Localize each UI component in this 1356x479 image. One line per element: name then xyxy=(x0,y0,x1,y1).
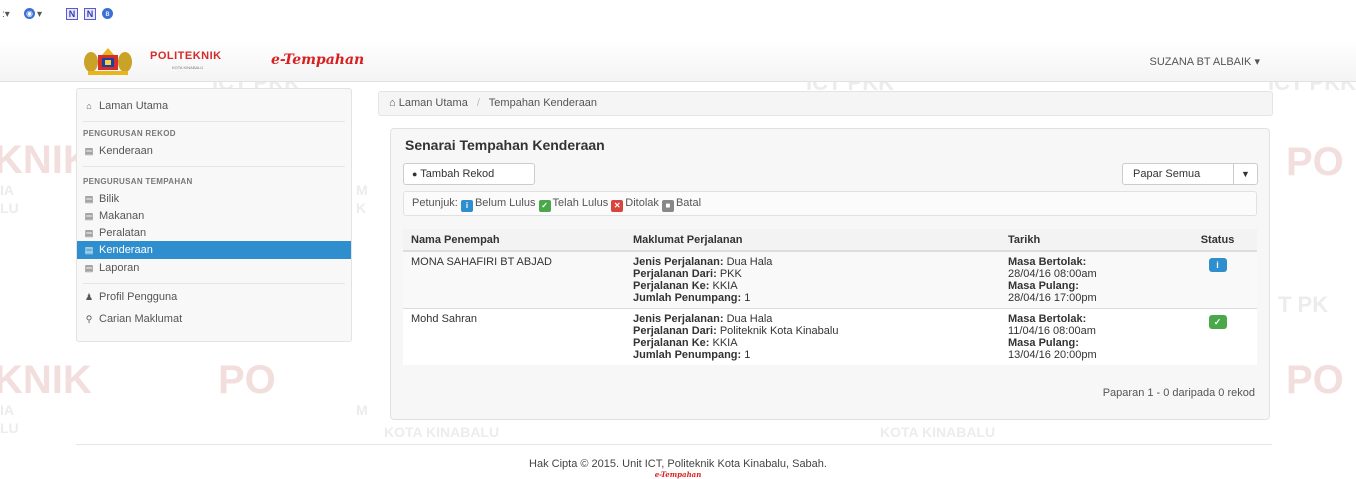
top-navbar: POLITEKNIK KOTA KINABALU e-Tempahan SUZA… xyxy=(0,40,1356,82)
globe-caret-icon[interactable]: ▾ xyxy=(37,8,42,21)
cell-nama: MONA SAHAFIRI BT ABJAD xyxy=(403,250,625,309)
view-all-label: Papar Semua xyxy=(1133,168,1201,180)
cell-maklumat: Jenis Perjalanan: Dua Hala Perjalanan Da… xyxy=(625,250,1000,309)
list-icon: ▤ xyxy=(84,211,94,221)
add-record-button[interactable]: ● Tambah Rekod xyxy=(403,163,535,185)
home-icon: ⌂ xyxy=(86,101,92,111)
sidebar: ⌂ Laman Utama PENGURUSAN REKOD ▤ Kenderaan… xyxy=(76,88,352,342)
view-all-dropdown[interactable]: Papar Semua ▼ xyxy=(1122,163,1258,185)
cell-status: i xyxy=(1178,250,1257,309)
table-header: Nama Penempah Maklumat Perjalanan Tarikh… xyxy=(403,229,1257,252)
divider xyxy=(83,283,345,284)
info-icon[interactable]: i xyxy=(1208,258,1227,272)
breadcrumb: ⌂ Laman Utama / Tempahan Kenderaan xyxy=(378,91,1273,116)
malaysia-crest-icon xyxy=(84,48,132,75)
sidebar-item-rekod-kenderaan[interactable]: ▤ Kenderaan xyxy=(77,142,351,160)
list-icon: ▤ xyxy=(84,194,94,204)
dropdown-icon[interactable]: :▾ xyxy=(2,8,10,21)
check-icon: ✓ xyxy=(538,200,551,212)
sidebar-item-bilik[interactable]: ▤ Bilik xyxy=(77,190,351,208)
sidebar-item-home[interactable]: ⌂ Laman Utama xyxy=(77,97,351,115)
divider xyxy=(83,166,345,167)
main-panel: Senarai Tempahan Kenderaan ● Tambah Reko… xyxy=(390,128,1270,420)
sidebar-item-laporan[interactable]: ▤ Laporan xyxy=(77,259,351,277)
sidebar-heading-rekod: PENGURUSAN REKOD xyxy=(83,129,176,138)
app-brand[interactable]: e-Tempahan xyxy=(271,52,364,68)
breadcrumb-current: Tempahan Kenderaan xyxy=(488,97,598,109)
x-icon: ✕ xyxy=(611,200,624,212)
watermark-knik: KNIK xyxy=(0,358,92,402)
politeknik-logo: POLITEKNIK KOTA KINABALU xyxy=(150,50,222,70)
legend-item: Batal xyxy=(675,197,702,209)
table-row[interactable]: Mohd Sahran Jenis Perjalanan: Dua Hala P… xyxy=(403,308,1257,365)
watermark-lu: LU xyxy=(0,420,19,436)
watermark-po: PO xyxy=(1286,358,1344,402)
n2-icon[interactable]: N xyxy=(84,8,96,20)
footer-brand: e-Tempahan xyxy=(654,470,702,479)
legend-label: Petunjuk: xyxy=(412,197,458,209)
sidebar-heading-tempahan: PENGURUSAN TEMPAHAN xyxy=(83,177,193,186)
bookings-table: Nama Penempah Maklumat Perjalanan Tarikh… xyxy=(403,229,1257,365)
col-maklumat[interactable]: Maklumat Perjalanan xyxy=(625,229,1000,252)
divider xyxy=(83,121,345,122)
copyright: Hak Cipta © 2015. Unit ICT, Politeknik K… xyxy=(529,458,827,470)
watermark-ia: IA xyxy=(0,402,14,418)
divider xyxy=(76,444,1272,445)
list-icon: ▤ xyxy=(84,228,94,238)
cell-tarikh: Masa Bertolak: 11/04/16 08:00am Masa Pul… xyxy=(1000,308,1178,365)
sidebar-item-profil[interactable]: ♟ Profil Pengguna xyxy=(77,288,351,306)
cell-nama: Mohd Sahran xyxy=(403,308,625,365)
bluetooth-icon[interactable]: ʙ xyxy=(102,8,113,19)
watermark-ia: IA xyxy=(0,182,14,198)
legend-item: Telah Lulus xyxy=(552,197,609,209)
breadcrumb-separator: / xyxy=(476,97,480,109)
col-status[interactable]: Status xyxy=(1178,229,1257,252)
legend-item: Belum Lulus xyxy=(474,197,536,209)
chevron-down-icon: ▼ xyxy=(1233,164,1257,184)
search-icon: ⚲ xyxy=(85,314,93,324)
breadcrumb-home[interactable]: Laman Utama xyxy=(399,97,468,109)
list-icon: ▤ xyxy=(84,146,94,156)
chevron-down-icon: ▾ xyxy=(1254,56,1260,68)
browser-toolbar: :▾ ◉ ▾ N N ʙ xyxy=(0,0,1356,40)
check-icon[interactable]: ✓ xyxy=(1208,315,1227,329)
legend-item: Ditolak xyxy=(625,197,659,209)
info-icon: i xyxy=(460,200,473,212)
square-icon: ■ xyxy=(661,200,674,212)
legend: Petunjuk: i Belum Lulus ✓ Telah Lulus ✕ Dit… xyxy=(403,191,1257,216)
plus-circle-icon: ● xyxy=(412,169,418,179)
sidebar-item-kenderaan[interactable]: ▤ Kenderaan xyxy=(77,241,351,259)
watermark-m: M xyxy=(356,402,368,418)
globe-icon[interactable]: ◉ xyxy=(24,8,35,19)
list-icon: ▤ xyxy=(84,263,94,273)
col-tarikh[interactable]: Tarikh xyxy=(1000,229,1178,252)
watermark-lu: LU xyxy=(0,200,19,216)
sidebar-item-peralatan[interactable]: ▤ Peralatan xyxy=(77,224,351,242)
cell-tarikh: Masa Bertolak: 28/04/16 08:00am Masa Pul… xyxy=(1000,250,1178,309)
watermark-kota-kinabalu: KOTA KINABALU xyxy=(384,424,500,440)
user-name: SUZANA BT ALBAIK xyxy=(1149,56,1252,68)
watermark-t-pk: T PK xyxy=(1278,292,1329,317)
watermark-po: PO xyxy=(218,358,276,402)
page-title: Senarai Tempahan Kenderaan xyxy=(405,137,605,153)
watermark-po: PO xyxy=(1286,140,1344,184)
list-icon: ▤ xyxy=(84,245,94,255)
cell-maklumat: Jenis Perjalanan: Dua Hala Perjalanan Da… xyxy=(625,308,1000,365)
sidebar-item-carian[interactable]: ⚲ Carian Maklumat xyxy=(77,310,351,328)
home-icon: ⌂ xyxy=(389,97,396,109)
col-nama[interactable]: Nama Penempah xyxy=(403,229,625,252)
sidebar-item-makanan[interactable]: ▤ Makanan xyxy=(77,207,351,225)
pagination-info: Paparan 1 - 0 daripada 0 rekod xyxy=(1102,387,1255,399)
table-row[interactable]: MONA SAHAFIRI BT ABJAD Jenis Perjalanan:… xyxy=(403,250,1257,309)
user-menu[interactable]: SUZANA BT ALBAIK ▾ xyxy=(1150,55,1261,68)
n-icon[interactable]: N xyxy=(66,8,78,20)
watermark-kota-kinabalu: KOTA KINABALU xyxy=(880,424,996,440)
watermark-m: M xyxy=(356,182,368,198)
watermark-k: K xyxy=(356,200,367,216)
user-icon: ♟ xyxy=(84,292,94,302)
cell-status: ✓ xyxy=(1178,308,1257,365)
